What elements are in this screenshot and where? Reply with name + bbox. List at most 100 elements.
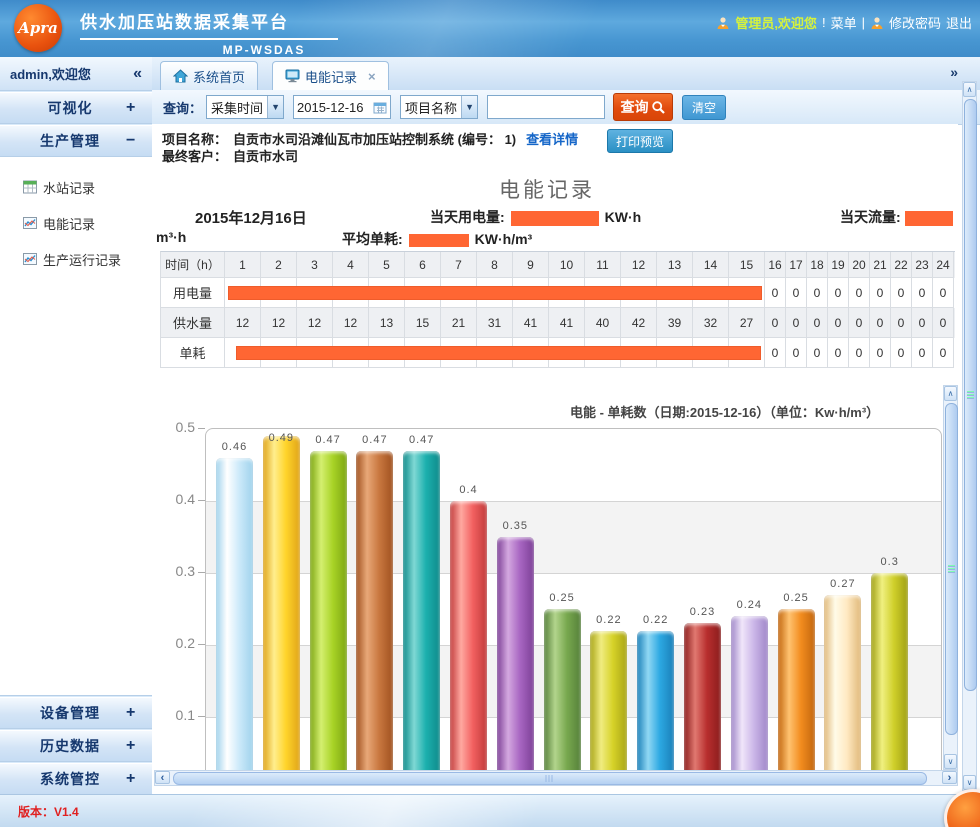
sidebar-item-production-run-record[interactable]: 生产运行记录 (0, 241, 152, 277)
table-header-cell: 23 (912, 252, 933, 278)
scroll-grip (967, 391, 974, 399)
date-input[interactable]: 2015-12-16 (293, 95, 391, 119)
table-header-cell: 8 (477, 252, 513, 278)
group-label: 设备管理 (0, 703, 126, 723)
y-tick (198, 572, 205, 573)
project-info: 项目名称： 自贡市水司沿滩仙瓦市加压站控制系统 (编号： 1) 查看详情 最终客… (152, 124, 958, 166)
project-name-select[interactable]: 项目名称 ▼ (400, 95, 478, 119)
clear-button-label: 清空 (692, 99, 716, 116)
tab-overflow-icon[interactable]: » (950, 64, 958, 80)
customer-value: 自贡市水司 (233, 146, 298, 165)
sidebar-group-visualization[interactable]: 可视化 + (0, 92, 152, 124)
bar-value-label: 0.49 (258, 432, 305, 444)
sidebar-group-system[interactable]: 系统管控 + (0, 763, 152, 795)
bar-value-label: 0.4 (445, 484, 492, 496)
table-cell: 0 (765, 278, 786, 308)
bar-value-label: 0.35 (492, 520, 539, 532)
sidebar-item-label: 电能记录 (43, 214, 95, 233)
table-cell: 12 (297, 308, 333, 338)
tab-label: 系统首页 (193, 67, 245, 86)
logout-link[interactable]: 退出 (946, 13, 972, 32)
table-cell: 0 (828, 278, 849, 308)
select-value: 采集时间 (207, 98, 267, 117)
table-header-cell: 20 (849, 252, 870, 278)
keyword-input[interactable] (487, 95, 605, 119)
tab-energy-record[interactable]: 电能记录 × (272, 61, 389, 90)
bar-value-label: 0.47 (351, 434, 398, 446)
chart-bar (778, 609, 815, 770)
close-tab-icon[interactable]: × (368, 69, 376, 84)
logo-text: Apra (18, 19, 58, 37)
hscroll-thumb[interactable] (173, 772, 927, 785)
table-cell: 15 (405, 308, 441, 338)
chart-icon (22, 215, 38, 231)
redacted-power-value (511, 211, 599, 226)
avg-consumption-label: 平均单耗: (342, 231, 403, 247)
table-cell: 0 (849, 278, 870, 308)
table-row-label: 用电量 (161, 278, 225, 308)
collapse-sidebar-icon[interactable]: « (133, 65, 142, 83)
bar-value-label: 0.46 (211, 441, 258, 453)
sidebar-group-history[interactable]: 历史数据 + (0, 730, 152, 762)
page-vscroll-thumb[interactable] (964, 99, 977, 691)
scroll-left-button[interactable]: ‹ (155, 771, 170, 784)
table-cell: 12 (333, 308, 369, 338)
bar-value-label: 0.24 (726, 599, 773, 611)
table-header-cell: 12 (621, 252, 657, 278)
home-icon (173, 69, 188, 83)
bar-value-label: 0.47 (398, 434, 445, 446)
table-cell: 0 (828, 308, 849, 338)
table-header-cell: 9 (513, 252, 549, 278)
scroll-up-button[interactable]: ∧ (944, 386, 957, 401)
sidebar-item-energy-record[interactable]: 电能记录 (0, 205, 152, 241)
expand-icon: + (126, 770, 152, 788)
print-preview-button[interactable]: 打印预览 (607, 129, 673, 153)
customer-label: 最终客户： (162, 146, 227, 165)
collect-time-select[interactable]: 采集时间 ▼ (206, 95, 284, 119)
y-tick (198, 428, 205, 429)
table-row: 单耗0000000000 (161, 338, 955, 368)
y-tick-label: 0.4 (176, 491, 195, 507)
chevron-down-icon: ▼ (461, 96, 477, 118)
table-row-label: 单耗 (161, 338, 225, 368)
scroll-down-button[interactable]: ∨ (944, 754, 957, 769)
scroll-right-button[interactable]: › (942, 771, 957, 784)
chart-bar (356, 451, 393, 770)
table-header-cell: 16 (765, 252, 786, 278)
scroll-down-button[interactable]: ∨ (963, 775, 976, 790)
page-vertical-scrollbar[interactable]: ∧ ∨ (962, 81, 977, 791)
sidebar-item-label: 水站记录 (43, 178, 95, 197)
chart-vertical-scrollbar[interactable]: ∧ ∨ (943, 385, 958, 770)
chart-title: 电能 - 单耗数（日期:2015-12-16）（单位：Kw·h/m³） (570, 402, 942, 420)
menu-link[interactable]: 菜单 (831, 13, 857, 32)
search-icon (651, 100, 666, 115)
search-button[interactable]: 查询 (613, 93, 673, 121)
clear-button[interactable]: 清空 (682, 95, 726, 120)
calendar-icon[interactable] (373, 101, 387, 114)
chart-bar (544, 609, 581, 770)
sidebar: admin,欢迎您 « 可视化 + 生产管理 − 水站记录 电能记录 生产运行记… (0, 57, 153, 795)
chart-bar (824, 595, 861, 770)
sidebar-group-equipment[interactable]: 设备管理 + (0, 697, 152, 729)
bar-value-label: 0.22 (632, 614, 679, 626)
welcome-text: 管理员,欢迎您 (735, 13, 817, 32)
table-header-cell: 4 (333, 252, 369, 278)
table-header-cell: 6 (405, 252, 441, 278)
chart-vscroll-thumb[interactable] (945, 403, 958, 735)
table-cell: 0 (912, 308, 933, 338)
change-password-link[interactable]: 修改密码 (889, 13, 941, 32)
scroll-up-button[interactable]: ∧ (963, 82, 976, 97)
expand-icon: + (126, 704, 152, 722)
tab-home[interactable]: 系统首页 (160, 61, 258, 90)
table-header-cell: 24 (933, 252, 954, 278)
sidebar-group-production[interactable]: 生产管理 − (0, 125, 152, 157)
horizontal-scrollbar[interactable]: ‹ › (154, 770, 958, 786)
bar-value-label: 0.25 (539, 592, 586, 604)
table-cell: 0 (912, 338, 933, 368)
sidebar-item-water-record[interactable]: 水站记录 (0, 169, 152, 205)
table-cell: 0 (807, 338, 828, 368)
table-cell: 0 (786, 278, 807, 308)
view-details-link[interactable]: 查看详情 (526, 129, 578, 148)
table-cell: 0 (933, 338, 954, 368)
chart-bar (871, 573, 908, 770)
